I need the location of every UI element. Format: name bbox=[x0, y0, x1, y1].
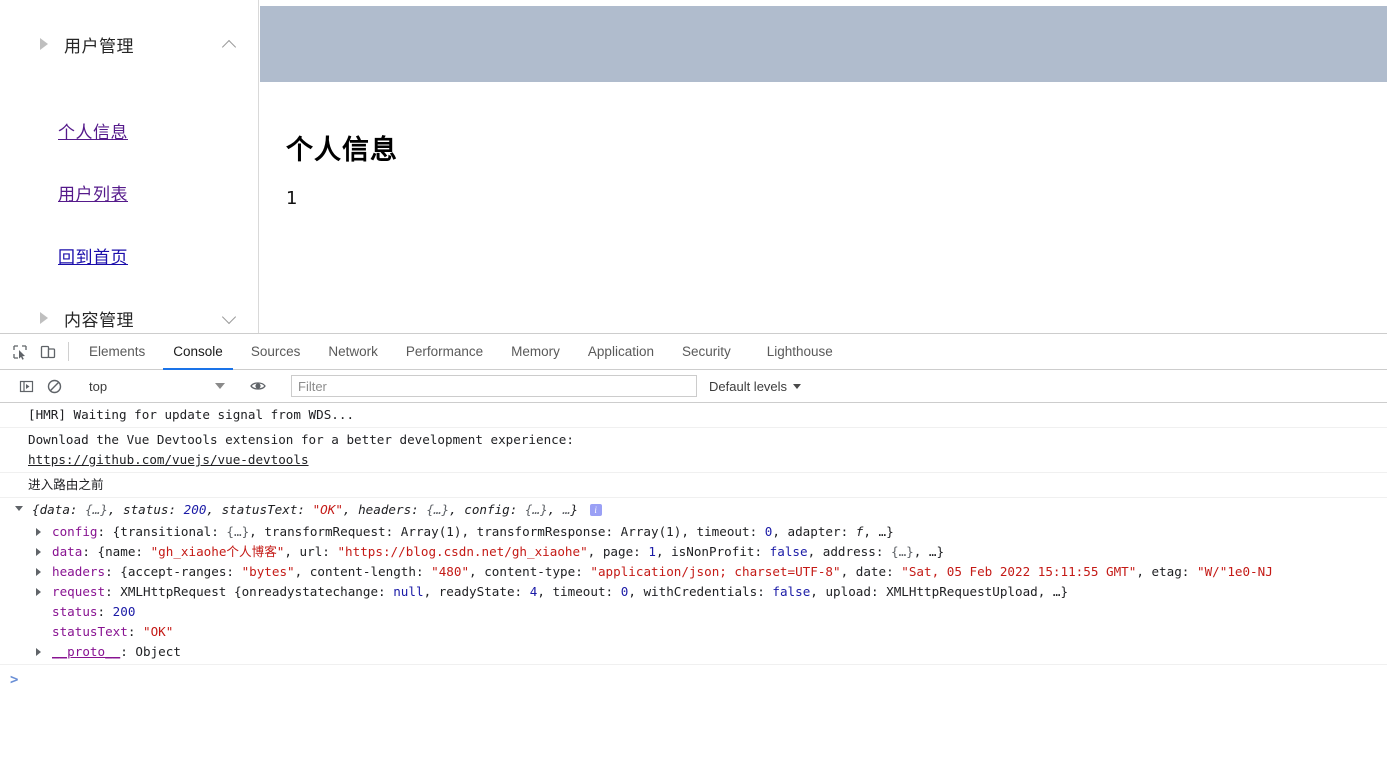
property-prefix: : { bbox=[105, 564, 128, 579]
sidebar-group-label: 用户管理 bbox=[64, 36, 134, 57]
property-value: name: "gh_xiaohe个人博客", url: "https://blo… bbox=[105, 544, 945, 559]
property-value: accept-ranges: "bytes", content-length: … bbox=[127, 564, 1273, 579]
property-separator: : bbox=[120, 644, 136, 659]
live-expression-icon[interactable] bbox=[244, 378, 272, 394]
log-levels-value: Default levels bbox=[709, 378, 788, 394]
log-text: Download the Vue Devtools extension for … bbox=[28, 432, 574, 447]
property-prefix: : { bbox=[82, 544, 106, 559]
tab-memory[interactable]: Memory bbox=[497, 334, 574, 369]
object-property-proto[interactable]: __proto__: Object bbox=[8, 642, 1387, 662]
sidebar-group-content-management[interactable]: 内容管理 bbox=[0, 298, 259, 333]
filter-input[interactable] bbox=[291, 375, 697, 397]
object-property-statustext[interactable]: statusText: "OK" bbox=[8, 622, 1387, 642]
tab-console[interactable]: Console bbox=[159, 334, 237, 370]
tab-lighthouse[interactable]: Lighthouse bbox=[753, 334, 847, 369]
triangle-right-icon bbox=[40, 38, 48, 50]
sidebar: 用户管理 个人信息 用户列表 回到首页 内容管理 bbox=[0, 0, 259, 333]
sidebar-group-user-management[interactable]: 用户管理 bbox=[0, 24, 259, 64]
sidebar-link-home[interactable]: 回到首页 bbox=[58, 243, 128, 268]
object-summary[interactable]: {data: {…}, status: 200, statusText: "OK… bbox=[32, 502, 578, 517]
web-page-viewport: 用户管理 个人信息 用户列表 回到首页 内容管理 个人信息 1 bbox=[0, 0, 1387, 333]
property-key: __proto__ bbox=[52, 644, 121, 659]
sidebar-link-user-list[interactable]: 用户列表 bbox=[58, 180, 128, 205]
log-message-hmr: [HMR] Waiting for update signal from WDS… bbox=[0, 403, 1387, 428]
chevron-up-icon[interactable] bbox=[223, 37, 237, 51]
object-property-status[interactable]: status: 200 bbox=[8, 602, 1387, 622]
content-banner bbox=[260, 6, 1387, 82]
property-value: onreadystatechange: null, readyState: 4,… bbox=[241, 584, 1069, 599]
page-value: 1 bbox=[286, 188, 298, 209]
tab-application[interactable]: Application bbox=[574, 334, 668, 369]
console-prompt-row[interactable]: > bbox=[0, 664, 1387, 695]
property-key: config bbox=[52, 524, 98, 539]
sidebar-link-personal-info[interactable]: 个人信息 bbox=[58, 118, 128, 143]
property-key: data bbox=[52, 544, 83, 559]
chevron-down-icon[interactable] bbox=[223, 311, 237, 325]
expand-caret-icon[interactable] bbox=[36, 588, 41, 596]
property-value: Object bbox=[135, 644, 181, 659]
expand-caret-icon[interactable] bbox=[36, 568, 41, 576]
property-key: request bbox=[52, 584, 106, 599]
property-prefix: : { bbox=[97, 524, 121, 539]
property-separator: : bbox=[127, 624, 143, 639]
expand-caret-icon[interactable] bbox=[36, 548, 41, 556]
object-property-request[interactable]: request: XMLHttpRequest {onreadystatecha… bbox=[8, 582, 1387, 602]
page-content: 个人信息 1 bbox=[260, 0, 1387, 333]
property-value: 200 bbox=[112, 604, 136, 619]
log-levels-select[interactable]: Default levels bbox=[709, 378, 802, 394]
tab-elements[interactable]: Elements bbox=[75, 334, 159, 369]
property-key: status bbox=[52, 604, 98, 619]
log-text: 进入路由之前 bbox=[28, 477, 104, 492]
property-value: "OK" bbox=[143, 624, 174, 639]
triangle-right-icon bbox=[40, 312, 48, 324]
object-property-headers[interactable]: headers: {accept-ranges: "bytes", conten… bbox=[8, 562, 1387, 582]
tab-network[interactable]: Network bbox=[314, 334, 392, 369]
toolbar-divider bbox=[68, 342, 69, 361]
devtools-tabbar: Elements Console Sources Network Perform… bbox=[0, 334, 1387, 370]
log-message-response-object: {data: {…}, status: 200, statusText: "OK… bbox=[0, 498, 1387, 664]
console-toolbar: top Default levels bbox=[0, 370, 1387, 403]
execution-context-select[interactable]: top bbox=[81, 375, 231, 397]
tab-security[interactable]: Security bbox=[668, 334, 745, 369]
expand-caret-icon[interactable] bbox=[36, 648, 41, 656]
device-toolbar-icon[interactable] bbox=[34, 334, 62, 369]
clear-console-icon[interactable] bbox=[40, 379, 68, 394]
console-sidebar-icon[interactable] bbox=[12, 379, 40, 394]
tab-performance[interactable]: Performance bbox=[392, 334, 497, 369]
property-key: headers bbox=[52, 564, 106, 579]
vue-devtools-link[interactable]: https://github.com/vuejs/vue-devtools bbox=[28, 452, 309, 467]
page-title: 个人信息 bbox=[286, 135, 398, 166]
chevron-down-icon bbox=[215, 383, 225, 389]
sidebar-group-label: 内容管理 bbox=[64, 310, 134, 331]
object-property-config[interactable]: config: {transitional: {…}, transformReq… bbox=[8, 522, 1387, 542]
property-prefix: : XMLHttpRequest { bbox=[105, 584, 242, 599]
log-message-vue-devtools: Download the Vue Devtools extension for … bbox=[0, 428, 1387, 473]
devtools-panel: Elements Console Sources Network Perform… bbox=[0, 333, 1387, 761]
info-icon: i bbox=[589, 504, 602, 516]
inspect-element-icon[interactable] bbox=[6, 334, 34, 369]
expand-caret-icon[interactable] bbox=[36, 528, 41, 536]
object-property-data[interactable]: data: {name: "gh_xiaohe个人博客", url: "http… bbox=[8, 542, 1387, 562]
tab-sources[interactable]: Sources bbox=[237, 334, 315, 369]
chevron-down-icon bbox=[793, 383, 802, 389]
execution-context-value: top bbox=[89, 378, 108, 394]
property-separator: : bbox=[97, 604, 113, 619]
expand-caret-icon[interactable] bbox=[15, 506, 23, 511]
log-message-route: 进入路由之前 bbox=[0, 473, 1387, 498]
log-text: [HMR] Waiting for update signal from WDS… bbox=[28, 407, 355, 422]
property-value: transitional: {…}, transformRequest: Arr… bbox=[120, 524, 894, 539]
property-key: statusText bbox=[52, 624, 128, 639]
console-log-area: [HMR] Waiting for update signal from WDS… bbox=[0, 403, 1387, 695]
prompt-caret-icon: > bbox=[10, 672, 19, 688]
